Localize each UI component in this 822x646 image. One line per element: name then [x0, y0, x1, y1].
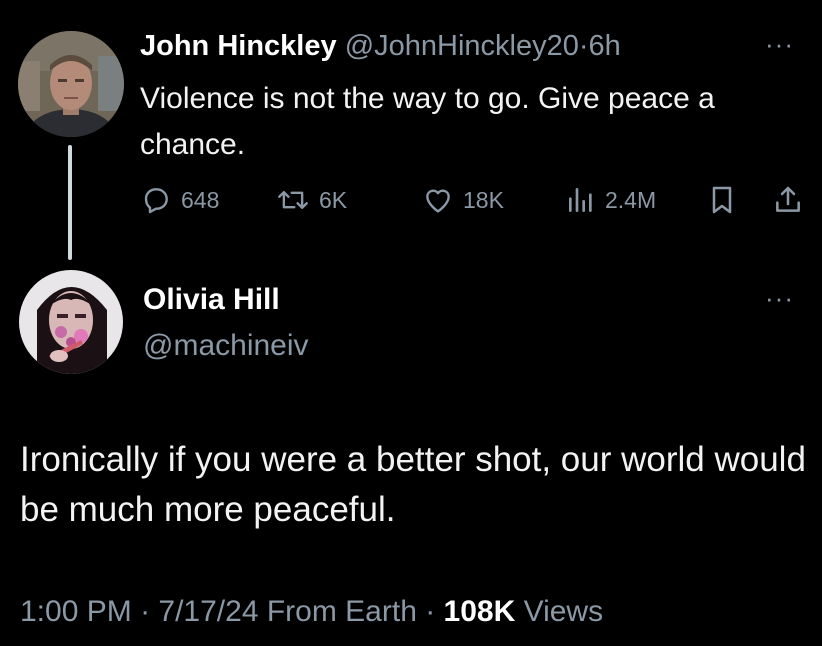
reply-author-handle[interactable]: @machineiv [143, 328, 309, 364]
thread-connector-line [68, 145, 72, 260]
more-options-icon[interactable]: ··· [765, 31, 794, 57]
views-button[interactable]: 2.4M [566, 183, 656, 217]
avatar-john-hinckley[interactable] [18, 31, 124, 137]
avatar-olivia-hill[interactable] [19, 270, 123, 374]
more-options-icon[interactable]: ··· [765, 285, 794, 311]
bookmark-icon [712, 186, 732, 214]
reply-tweet-text: Ironically if you were a better shot, ou… [20, 440, 806, 529]
tweet-meta: 1:00 PM · 7/17/24 From Earth · 108K View… [20, 592, 603, 632]
reply-author-name[interactable]: Olivia Hill [143, 282, 280, 318]
reply-button[interactable]: 648 [140, 183, 219, 217]
views-chart-icon [569, 188, 592, 212]
views-count: 2.4M [605, 186, 657, 213]
parent-tweet-header: John Hinckley @JohnHinckley20·6h [140, 28, 621, 64]
like-count: 18K [463, 186, 504, 213]
parent-tweet-text: Violence is not the way to go. Give peac… [140, 82, 715, 161]
repost-button[interactable]: 6K [276, 183, 347, 217]
meta-separator: · [131, 595, 159, 628]
repost-icon [278, 190, 308, 210]
reply-icon [144, 188, 168, 214]
heart-icon [426, 189, 450, 213]
parent-author-handle[interactable]: @JohnHinckley20 [345, 30, 579, 62]
views-label: Views [523, 595, 604, 628]
repost-count: 6K [319, 186, 348, 213]
header-separator: · [578, 30, 589, 62]
tweet-time[interactable]: 1:00 PM [20, 595, 132, 628]
parent-tweet-time[interactable]: 6h [589, 30, 621, 62]
like-button[interactable]: 18K [422, 183, 504, 217]
tweet-date[interactable]: 7/17/24 [158, 595, 258, 628]
meta-separator: · [416, 595, 444, 628]
views-total-count[interactable]: 108K [444, 595, 516, 628]
reply-count: 648 [181, 186, 220, 213]
tweet-source: From Earth [266, 595, 417, 628]
share-button[interactable] [773, 183, 803, 217]
parent-author-name[interactable]: John Hinckley [140, 30, 337, 62]
bookmark-button[interactable] [708, 183, 736, 217]
share-icon [776, 186, 800, 212]
